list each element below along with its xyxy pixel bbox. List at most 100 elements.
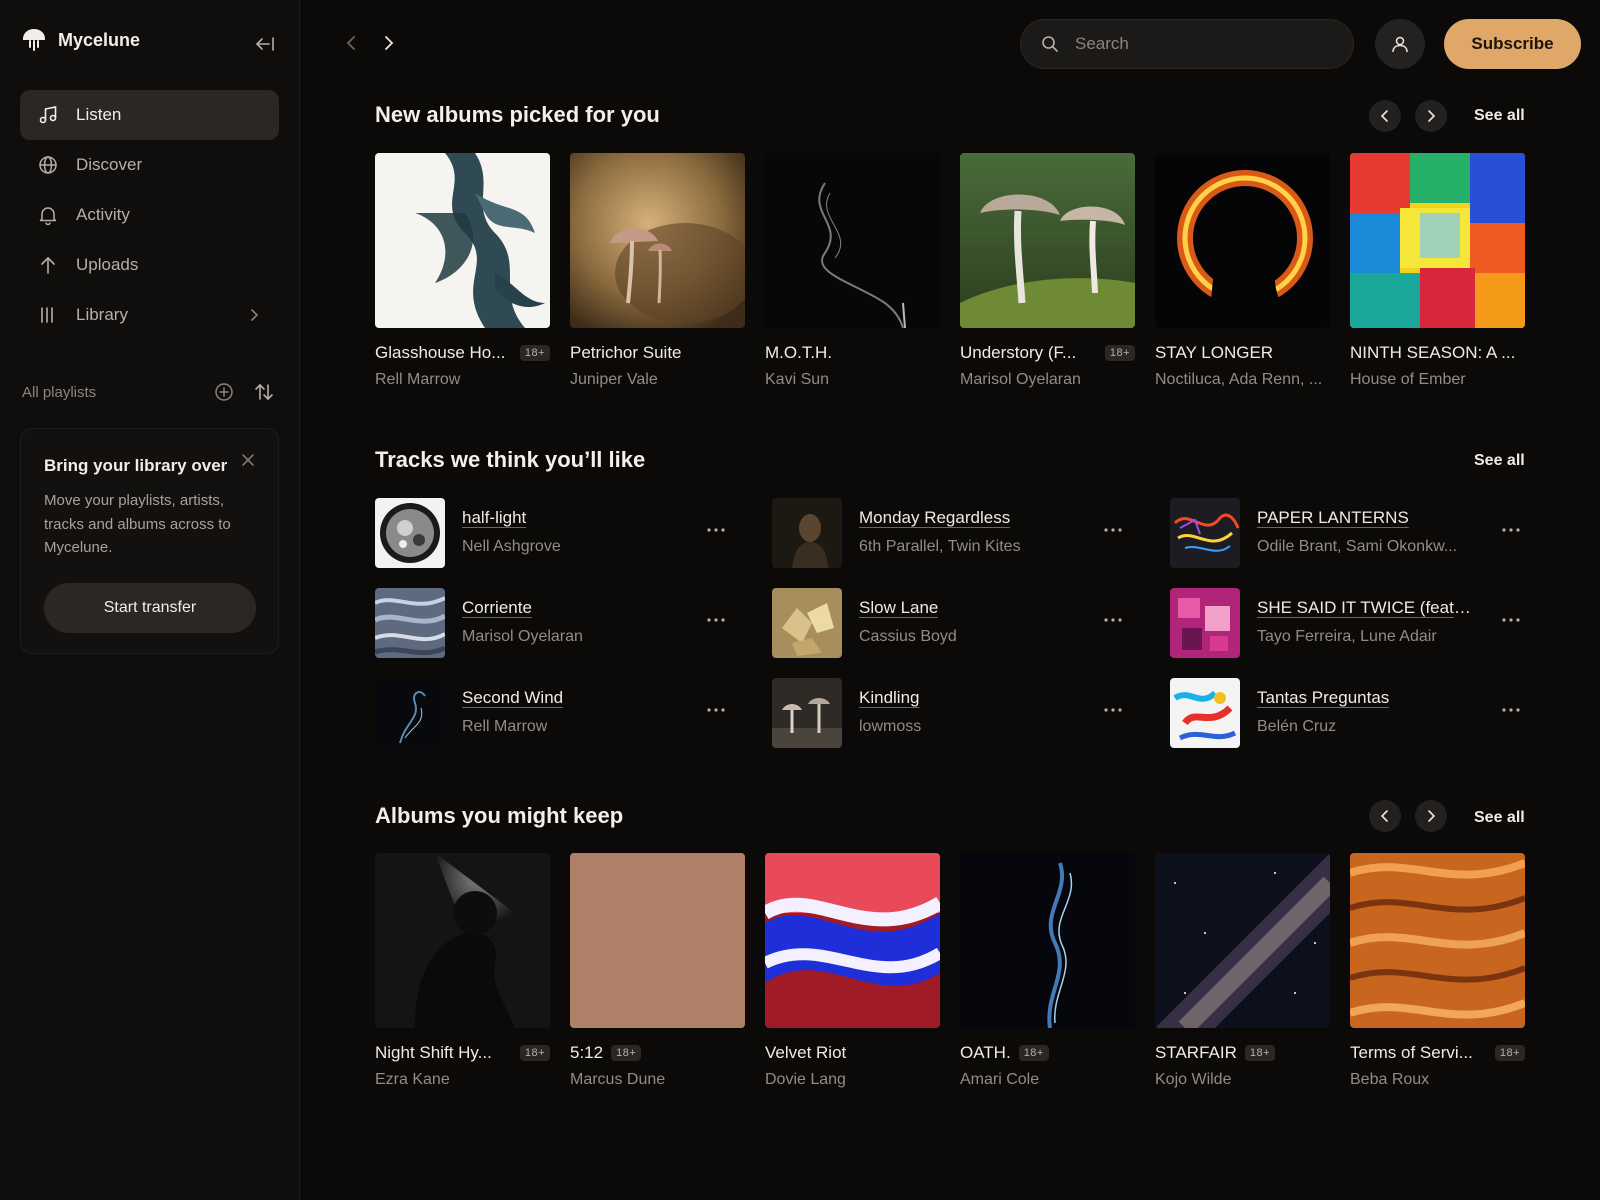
- nav-item-activity[interactable]: Activity: [20, 190, 279, 240]
- track-artist: 6th Parallel, Twin Kites: [859, 538, 1021, 555]
- track-row[interactable]: Corriente Marisol Oyelaran: [375, 586, 735, 658]
- track-more-button[interactable]: [1500, 524, 1522, 536]
- subscribe-button[interactable]: Subscribe: [1444, 19, 1581, 69]
- album-card[interactable]: Terms of Servi... 18+ Beba Roux: [1350, 853, 1525, 1089]
- album-card[interactable]: Glasshouse Ho... 18+ Rell Marrow: [375, 153, 550, 389]
- chevron-left-icon: [1378, 109, 1392, 123]
- album-artist: Noctiluca, Ada Renn, ...: [1155, 371, 1323, 388]
- album-cover: [765, 153, 940, 328]
- close-transfer-button[interactable]: [241, 453, 257, 469]
- track-more-button[interactable]: [705, 614, 727, 626]
- see-all-tracks-link[interactable]: See all: [1474, 452, 1525, 470]
- track-more-button[interactable]: [1102, 704, 1124, 716]
- track-row[interactable]: Slow Lane Cassius Boyd: [772, 586, 1132, 658]
- transfer-description: Move your playlists, artists, tracks and…: [44, 492, 231, 556]
- collapse-sidebar-icon: [255, 36, 275, 52]
- history-back-button[interactable]: [341, 33, 361, 53]
- track-title[interactable]: half-light: [462, 508, 526, 528]
- track-artwork: [1170, 588, 1240, 658]
- chevron-right-icon: [1424, 109, 1438, 123]
- album-artist: Marcus Dune: [570, 1071, 666, 1088]
- album-card[interactable]: Velvet Riot Dovie Lang: [765, 853, 940, 1089]
- album-card[interactable]: NINTH SEASON: A ... House of Ember: [1350, 153, 1525, 389]
- album-title: M.O.T.H.: [765, 343, 833, 362]
- album-card[interactable]: M.O.T.H. Kavi Sun: [765, 153, 940, 389]
- more-dots-icon: [1102, 614, 1124, 626]
- explicit-badge: 18+: [1494, 1045, 1525, 1061]
- album-title: Terms of Servi...: [1350, 1043, 1473, 1062]
- track-row[interactable]: Monday Regardless 6th Parallel, Twin Kit…: [772, 496, 1132, 568]
- sort-arrows-icon: [254, 382, 274, 402]
- track-title[interactable]: PAPER LANTERNS: [1257, 508, 1409, 528]
- album-card[interactable]: Petrichor Suite Juniper Vale: [570, 153, 745, 389]
- chevron-left-icon: [341, 33, 361, 53]
- keep-albums-row: Night Shift Hy... 18+ Ezra Kane 5:12 18+ M…: [375, 853, 1525, 1089]
- history-forward-button[interactable]: [379, 33, 399, 53]
- more-dots-icon: [705, 524, 727, 536]
- album-title: OATH.: [960, 1043, 1011, 1062]
- track-title[interactable]: Kindling: [859, 688, 920, 708]
- track-row[interactable]: Tantas Preguntas Belén Cruz: [1170, 676, 1530, 748]
- album-title: Petrichor Suite: [570, 343, 682, 362]
- track-artwork: [1170, 678, 1240, 748]
- search-input[interactable]: [1075, 20, 1335, 68]
- track-more-button[interactable]: [1500, 704, 1522, 716]
- track-row[interactable]: half-light Nell Ashgrove: [375, 496, 735, 568]
- carousel-prev-button[interactable]: [1369, 100, 1401, 132]
- track-row[interactable]: Kindling lowmoss: [772, 676, 1132, 748]
- track-title[interactable]: Second Wind: [462, 688, 563, 708]
- nav-item-label: Uploads: [76, 255, 139, 274]
- album-card[interactable]: 5:12 18+ Marcus Dune: [570, 853, 745, 1089]
- track-more-button[interactable]: [1500, 614, 1522, 626]
- track-artist: lowmoss: [859, 718, 922, 735]
- album-cover: [375, 853, 550, 1028]
- album-title: Velvet Riot: [765, 1043, 847, 1062]
- track-more-button[interactable]: [705, 704, 727, 716]
- more-dots-icon: [705, 614, 727, 626]
- track-row[interactable]: PAPER LANTERNS Odile Brant, Sami Okonkw.…: [1170, 496, 1530, 568]
- album-card[interactable]: STAY LONGER Noctiluca, Ada Renn, ...: [1155, 153, 1330, 389]
- chevron-left-icon: [1378, 809, 1392, 823]
- track-more-button[interactable]: [1102, 524, 1124, 536]
- account-button[interactable]: [1375, 19, 1425, 69]
- nav-item-label: Activity: [76, 205, 130, 224]
- album-card[interactable]: STARFAIR 18+ Kojo Wilde: [1155, 853, 1330, 1089]
- carousel-next-button[interactable]: [1415, 100, 1447, 132]
- more-dots-icon: [1102, 524, 1124, 536]
- track-artist: Marisol Oyelaran: [462, 628, 583, 645]
- track-artwork: [772, 588, 842, 658]
- track-artist: Nell Ashgrove: [462, 538, 561, 555]
- collapse-sidebar-button[interactable]: [254, 33, 276, 55]
- track-title[interactable]: Corriente: [462, 598, 532, 618]
- album-card[interactable]: Night Shift Hy... 18+ Ezra Kane: [375, 853, 550, 1089]
- album-cover: [1155, 853, 1330, 1028]
- album-title: STARFAIR: [1155, 1043, 1237, 1062]
- track-title[interactable]: SHE SAID IT TWICE (feat....: [1257, 598, 1472, 618]
- nav-item-listen[interactable]: Listen: [20, 90, 279, 140]
- album-cover: [960, 153, 1135, 328]
- album-card[interactable]: Understory (F... 18+ Marisol Oyelaran: [960, 153, 1135, 389]
- sort-playlists-button[interactable]: [254, 382, 274, 402]
- see-all-new-albums-link[interactable]: See all: [1474, 107, 1525, 125]
- see-all-keep-albums-link[interactable]: See all: [1474, 809, 1525, 827]
- track-row[interactable]: Second Wind Rell Marrow: [375, 676, 735, 748]
- track-more-button[interactable]: [1102, 614, 1124, 626]
- nav-item-library[interactable]: Library: [20, 290, 279, 340]
- carousel-next-button[interactable]: [1415, 800, 1447, 832]
- carousel-prev-button[interactable]: [1369, 800, 1401, 832]
- track-title[interactable]: Slow Lane: [859, 598, 938, 618]
- track-artist: Tayo Ferreira, Lune Adair: [1257, 628, 1437, 645]
- track-more-button[interactable]: [705, 524, 727, 536]
- album-card[interactable]: OATH. 18+ Amari Cole: [960, 853, 1135, 1089]
- nav-item-label: Listen: [76, 105, 122, 124]
- track-title[interactable]: Tantas Preguntas: [1257, 688, 1389, 708]
- start-transfer-button[interactable]: Start transfer: [44, 583, 256, 633]
- track-row[interactable]: SHE SAID IT TWICE (feat.... Tayo Ferreir…: [1170, 586, 1530, 658]
- track-artist: Belén Cruz: [1257, 718, 1337, 735]
- nav-item-uploads[interactable]: Uploads: [20, 240, 279, 290]
- track-title[interactable]: Monday Regardless: [859, 508, 1010, 528]
- album-title: Understory (F...: [960, 343, 1077, 362]
- brand[interactable]: Mycelune: [22, 28, 140, 52]
- nav-item-discover[interactable]: Discover: [20, 140, 279, 190]
- add-playlist-button[interactable]: [214, 382, 234, 402]
